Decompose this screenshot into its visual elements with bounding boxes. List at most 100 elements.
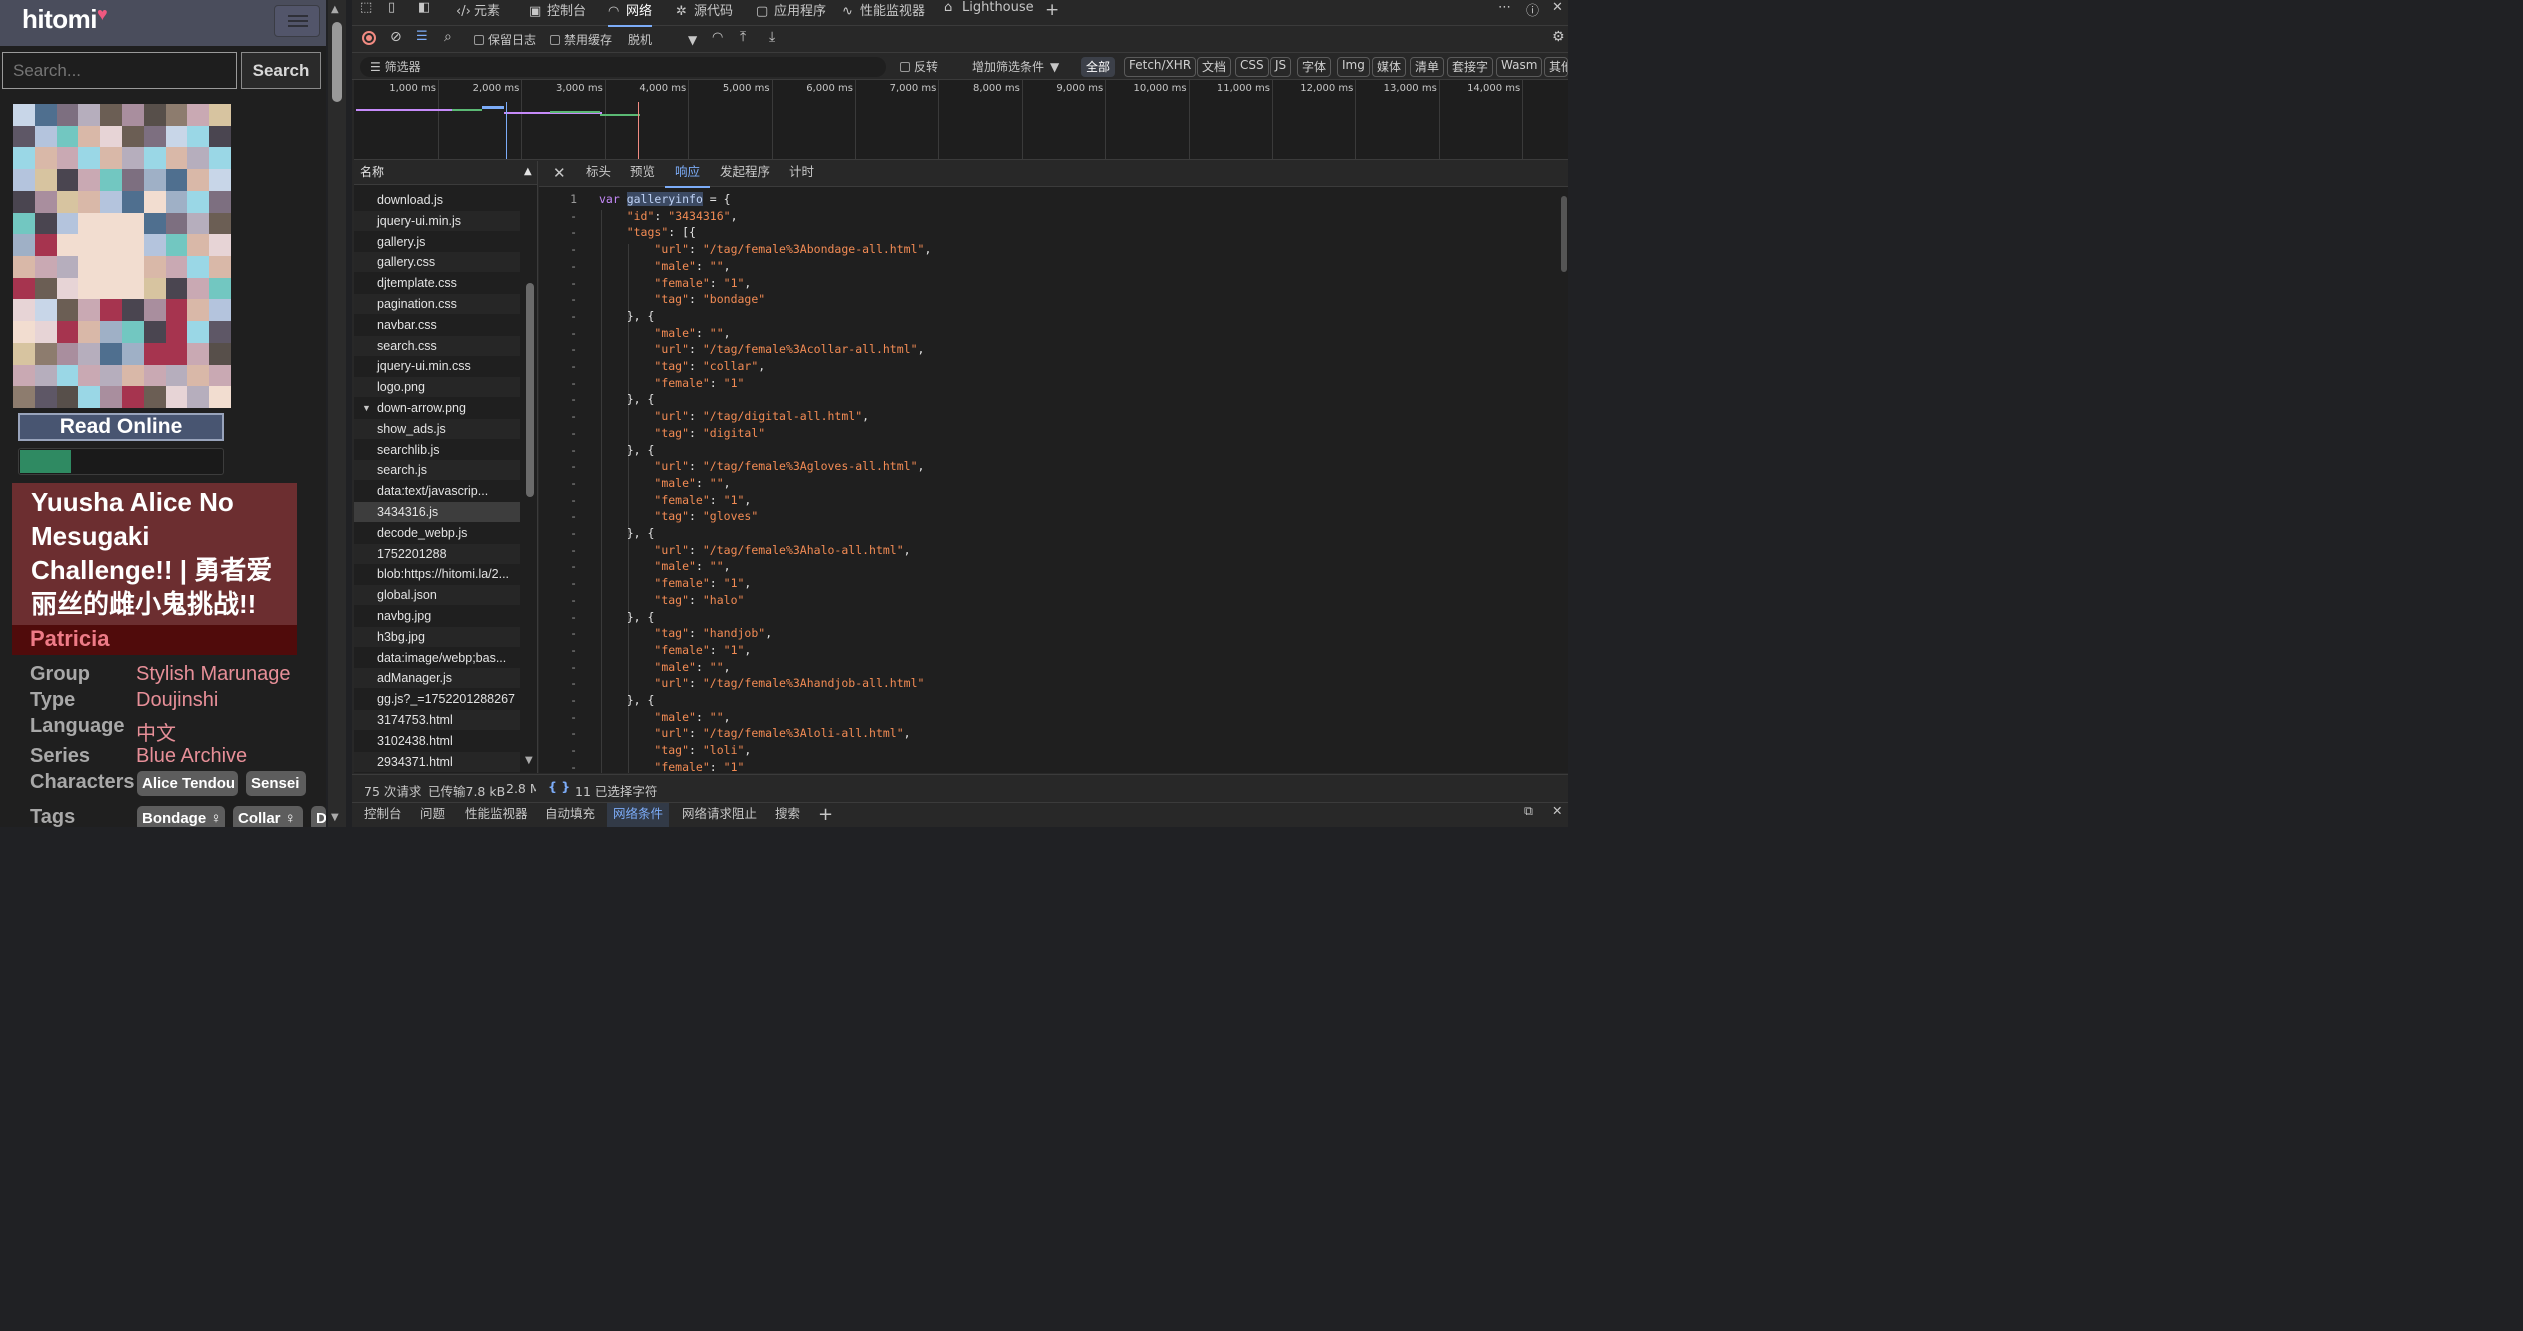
code-scrollbar[interactable] — [1559, 188, 1568, 773]
type-filter-font[interactable]: 字体 — [1297, 57, 1332, 77]
pretty-print-button[interactable]: { } — [548, 779, 570, 794]
tag-pill[interactable]: Bondage ♀ — [137, 806, 225, 827]
request-row[interactable]: searchlib.js — [354, 440, 520, 460]
type-filter-media[interactable]: 媒体 — [1372, 57, 1407, 77]
network-overview-timeline[interactable]: 1,000 ms 2,000 ms 3,000 ms 4,000 ms 5,000 ms… — [354, 80, 1568, 160]
scroll-down-icon[interactable]: ▼ — [525, 755, 533, 766]
request-row[interactable]: show_ads.js — [354, 418, 520, 439]
request-row[interactable]: adManager.js — [354, 668, 520, 689]
character-tag[interactable]: Alice Tendou — [137, 771, 238, 796]
drawer-tab-console[interactable]: 控制台 — [364, 803, 402, 827]
drawer-tab-network-conditions[interactable]: 网络条件 — [607, 803, 670, 827]
clear-icon[interactable]: ⊘ — [390, 29, 402, 45]
export-har-icon[interactable]: ⤓ — [769, 29, 775, 45]
drawer-tab-request-blocking[interactable]: 网络请求阻止 — [682, 803, 757, 827]
scrollbar-thumb[interactable] — [526, 283, 534, 497]
type-filter-socket[interactable]: 套接字 — [1447, 57, 1494, 77]
scroll-up-icon[interactable]: ▲ — [331, 4, 339, 15]
add-tab-icon[interactable]: + — [1045, 0, 1059, 26]
add-drawer-tab-icon[interactable]: + — [818, 803, 833, 827]
request-row[interactable]: pagination.css — [354, 294, 520, 314]
dock-side-icon[interactable]: ◧ — [418, 0, 430, 26]
request-row[interactable]: gg.js?_=1752201288267 — [354, 689, 520, 709]
site-logo[interactable]: hitomi♥ — [22, 4, 108, 35]
expand-arrow-icon[interactable]: ▼ — [362, 398, 371, 418]
type-filter-fetch[interactable]: Fetch/XHR — [1124, 57, 1197, 77]
close-devtools-icon[interactable]: ✕ — [1552, 0, 1563, 26]
throttling-select[interactable]: 脱机 ▼ — [628, 31, 697, 48]
request-row[interactable]: 1752201288 — [354, 543, 520, 564]
close-detail-icon[interactable]: ✕ — [553, 161, 566, 187]
request-row[interactable]: gallery.css — [354, 252, 520, 273]
tab-headers[interactable]: 标头 — [586, 161, 611, 187]
search-button[interactable]: Search — [241, 52, 321, 89]
import-har-icon[interactable]: ⤒ — [740, 29, 746, 45]
drawer-tab-autofill[interactable]: 自动填充 — [545, 803, 595, 827]
disable-cache-checkbox[interactable]: 禁用缓存 — [550, 31, 612, 48]
tab-initiator[interactable]: 发起程序 — [720, 161, 770, 187]
gallery-cover-image[interactable] — [13, 104, 231, 408]
request-row[interactable]: gallery.js — [354, 232, 520, 252]
response-code-viewer[interactable]: 1 var galleryinfo = {- "id": "3434316", - … — [539, 188, 1559, 773]
tab-response[interactable]: 响应 — [664, 161, 711, 188]
request-row[interactable]: data:text/javascrip... — [354, 481, 520, 501]
close-drawer-icon[interactable]: ✕ — [1552, 803, 1562, 827]
help-icon[interactable]: ⓘ — [1526, 0, 1539, 26]
gallery-title[interactable]: Yuusha Alice No Mesugaki Challenge!! | 勇… — [31, 485, 297, 621]
scrollbar-thumb[interactable] — [332, 22, 342, 102]
type-filter-all[interactable]: 全部 — [1081, 57, 1116, 77]
type-filter-img[interactable]: Img — [1337, 57, 1370, 77]
drawer-tab-search[interactable]: 搜索 — [775, 803, 800, 827]
drawer-tab-perf-monitor[interactable]: 性能监视器 — [465, 803, 528, 827]
record-icon[interactable] — [362, 31, 376, 45]
request-row[interactable]: djtemplate.css — [354, 273, 520, 293]
tab-timing[interactable]: 计时 — [789, 161, 814, 187]
series-value[interactable]: Blue Archive — [136, 745, 247, 768]
type-filter-doc[interactable]: 文档 — [1197, 57, 1232, 77]
request-row[interactable]: 3434316.js — [354, 502, 520, 522]
request-row[interactable]: search.css — [354, 335, 520, 356]
page-scrollbar[interactable]: ▲ ▼ — [328, 0, 346, 827]
request-row[interactable]: search.js — [354, 460, 520, 481]
read-online-button[interactable]: Read Online — [18, 413, 224, 441]
request-row[interactable]: data:image/webp;bas... — [354, 648, 520, 668]
settings-gear-icon[interactable]: ⚙ — [1552, 29, 1565, 45]
tab-console[interactable]: ▣ 控制台 — [529, 0, 586, 26]
request-row[interactable]: jquery-ui.min.css — [354, 356, 520, 376]
undock-drawer-icon[interactable]: ⧉ — [1524, 803, 1533, 827]
invert-checkbox[interactable]: 反转 — [900, 58, 938, 75]
group-value[interactable]: Stylish Marunage — [136, 663, 291, 686]
request-row[interactable]: blob:https://hitomi.la/2... — [354, 564, 520, 584]
type-filter-other[interactable]: 其他 — [1544, 57, 1568, 77]
request-list-scrollbar[interactable]: ▼ — [522, 185, 537, 773]
request-row[interactable]: 3102438.html — [354, 731, 520, 751]
tab-preview[interactable]: 预览 — [630, 161, 655, 187]
request-row[interactable]: ▼ down-arrow.png — [354, 398, 520, 418]
device-toolbar-icon[interactable]: ▯ — [388, 0, 395, 26]
tab-network[interactable]: ◠ 网络 — [608, 0, 653, 27]
drawer-tab-issues[interactable]: 问题 — [420, 803, 445, 827]
tag-pill[interactable]: Collar ♀ — [233, 806, 303, 827]
search-input[interactable] — [2, 52, 237, 89]
request-row[interactable]: logo.png — [354, 377, 520, 398]
request-row[interactable]: h3bg.jpg — [354, 626, 520, 647]
artist-link[interactable]: Patricia — [12, 625, 297, 655]
filter-icon[interactable]: ☰ — [416, 29, 428, 44]
request-row[interactable]: global.json — [354, 585, 520, 606]
scrollbar-thumb[interactable] — [1561, 196, 1567, 272]
network-conditions-icon[interactable]: ◠ — [712, 30, 723, 45]
tab-sources[interactable]: ✲ 源代码 — [676, 0, 733, 26]
tab-application[interactable]: ▢ 应用程序 — [756, 0, 826, 26]
menu-button[interactable] — [274, 5, 320, 37]
more-options-icon[interactable]: ⋯ — [1498, 0, 1511, 26]
request-row[interactable]: navbg.jpg — [354, 606, 520, 626]
type-filter-manifest[interactable]: 清单 — [1410, 57, 1445, 77]
inspect-element-icon[interactable]: ⬚ — [360, 0, 372, 26]
type-filter-css[interactable]: CSS — [1235, 57, 1269, 77]
tab-lighthouse[interactable]: ⌂ Lighthouse — [944, 0, 1034, 26]
request-row[interactable]: 2934371.html — [354, 751, 520, 772]
tag-pill[interactable]: D — [311, 806, 326, 827]
request-row[interactable]: jquery-ui.min.js — [354, 210, 520, 231]
tab-performance-monitor[interactable]: ∿ 性能监视器 — [842, 0, 925, 26]
language-value[interactable]: 中文 — [136, 717, 176, 746]
